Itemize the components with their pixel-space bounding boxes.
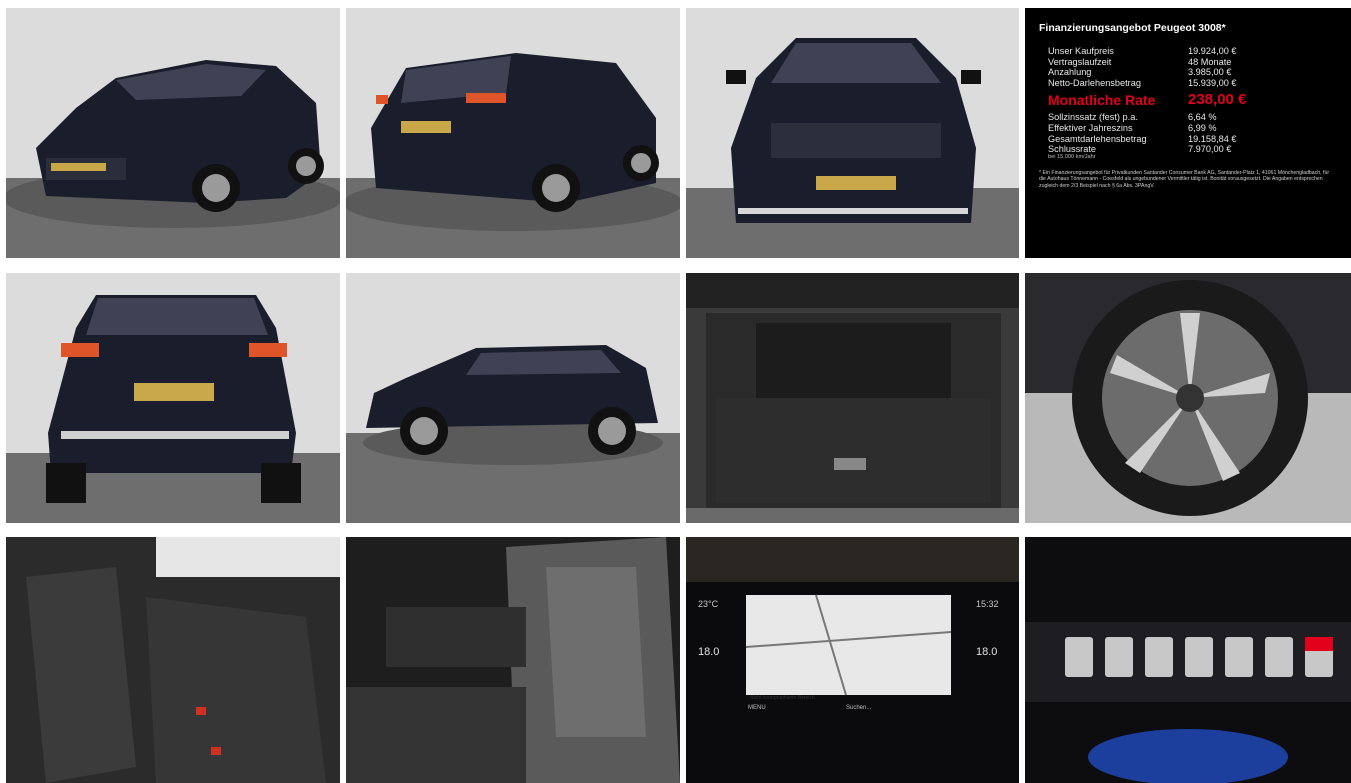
- finance-offer-card: Finanzierungsangebot Peugeot 3008* Unser…: [1025, 8, 1351, 258]
- finance-row: Gesamtdarlehensbetrag 19.158,84 €: [1048, 133, 1237, 144]
- photo-front[interactable]: [686, 8, 1019, 258]
- photo-infotainment-screen[interactable]: 23°C 15:32 18.0 18.0 Nicht kartographier…: [686, 537, 1019, 783]
- front-view-image: [686, 8, 1019, 258]
- rear-view-image: [6, 273, 340, 523]
- trunk-image: [686, 273, 1019, 523]
- photo-rear[interactable]: [6, 273, 340, 523]
- photo-rear-seats[interactable]: [6, 537, 340, 783]
- menu-label: MENU: [748, 705, 766, 711]
- infotainment-image: 23°C 15:32 18.0 18.0 Nicht kartographier…: [686, 537, 1019, 783]
- finance-row: Unser Kaufpreis 19.924,00 €: [1048, 46, 1237, 56]
- side-view-image: [346, 273, 680, 523]
- front-three-quarter-image: [6, 8, 340, 258]
- photo-trunk[interactable]: [686, 273, 1019, 523]
- left-temp: 18.0: [698, 646, 719, 658]
- photo-toggle-switches[interactable]: [1025, 537, 1351, 783]
- monthly-rate: Monatliche Rate 238,00 €: [1048, 91, 1247, 109]
- rear-three-quarter-image: [346, 8, 680, 258]
- outside-temp: 23°C: [698, 599, 719, 609]
- search-label: Suchen...: [846, 705, 872, 711]
- toggle-switches-image: [1025, 537, 1351, 783]
- map-warning: Nicht kartographierte Bereich: [750, 695, 815, 701]
- finance-row: Sollzinssatz (fest) p.a. 6,64 %: [1048, 112, 1217, 123]
- wheel-image: [1025, 273, 1351, 523]
- photo-wheel[interactable]: [1025, 273, 1351, 523]
- front-seats-image: [346, 537, 680, 783]
- photo-front-three-quarter[interactable]: [6, 8, 340, 258]
- finance-row: Netto-Darlehensbetrag 15.939,00 €: [1048, 77, 1237, 88]
- finance-title: Finanzierungsangebot Peugeot 3008*: [1039, 22, 1226, 34]
- photo-rear-three-quarter[interactable]: [346, 8, 680, 258]
- rear-seats-image: [6, 537, 340, 783]
- finance-row: Vertragslaufzeit 48 Monate: [1048, 56, 1232, 67]
- photo-front-seats[interactable]: [346, 537, 680, 783]
- photo-gallery: Finanzierungsangebot Peugeot 3008* Unser…: [0, 0, 1351, 783]
- photo-side[interactable]: [346, 273, 680, 523]
- finance-row: Anzahlung 3.985,00 €: [1048, 67, 1232, 78]
- clock: 15:32: [976, 599, 999, 609]
- finance-footnote: * Ein Finanzierungsangebot für Privatkun…: [1039, 169, 1330, 189]
- right-temp: 18.0: [976, 646, 997, 658]
- finance-row: Effektiver Jahreszins 6,99 %: [1048, 122, 1217, 133]
